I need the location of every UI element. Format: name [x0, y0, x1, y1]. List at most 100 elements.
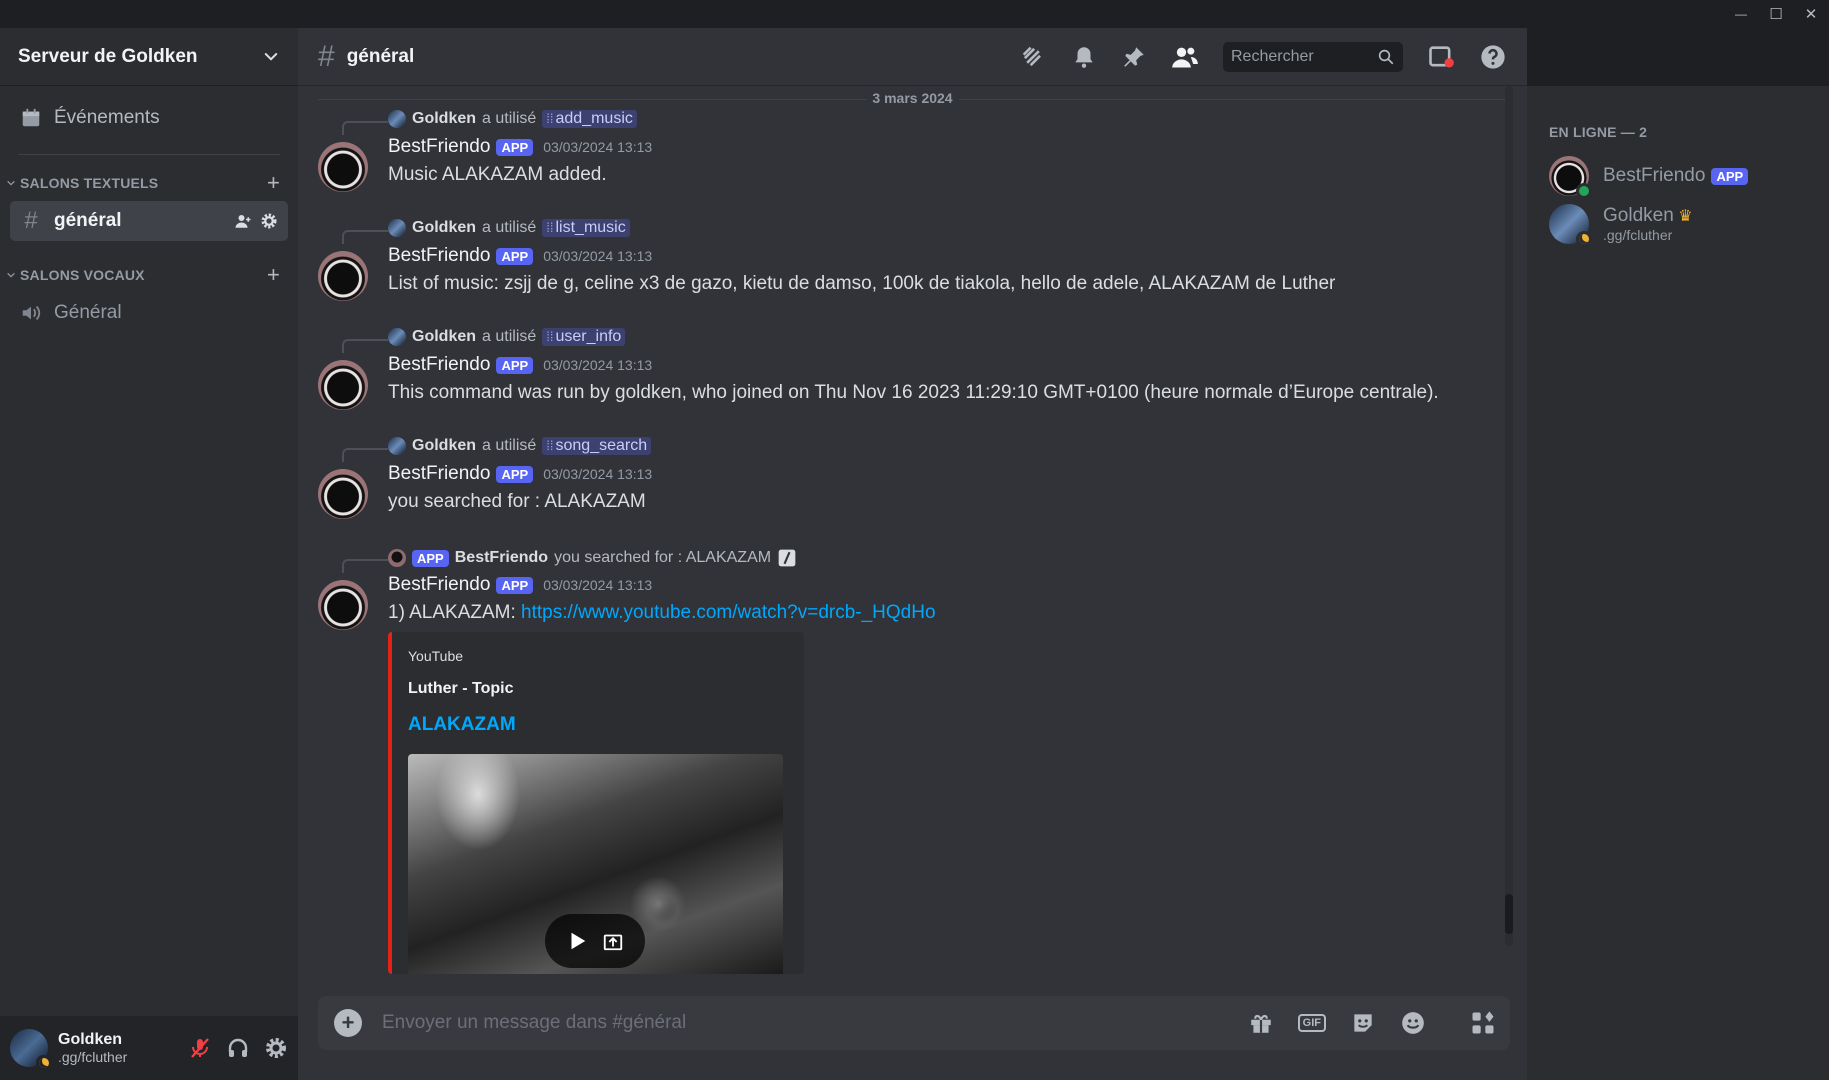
- command-mention[interactable]: ⁞⁞ list_music: [542, 219, 630, 237]
- message-author[interactable]: BestFriendo: [388, 574, 490, 596]
- channel-label: général: [54, 210, 122, 231]
- youtube-link[interactable]: https://www.youtube.com/watch?v=drcb-_HQ…: [521, 602, 936, 623]
- hash-icon: #: [318, 39, 335, 73]
- avatar[interactable]: [318, 360, 368, 410]
- chat-area: # général Rechercher 3 mars 2024 Goldken…: [298, 28, 1527, 1080]
- close-window-button[interactable]: ✕: [1794, 0, 1828, 28]
- message-input[interactable]: Envoyer un message dans #général: [382, 1012, 686, 1034]
- member-goldken[interactable]: Goldken ♛ .gg/fcluther: [1549, 204, 1693, 247]
- message-text: This command was run by goldken, who joi…: [388, 382, 1439, 403]
- video-controls: [545, 914, 645, 968]
- video-thumbnail[interactable]: [408, 754, 783, 974]
- minimize-button[interactable]: —: [1724, 0, 1758, 28]
- maximize-button[interactable]: ☐: [1759, 0, 1793, 28]
- category-label: SALONS TEXTUELS: [20, 175, 159, 191]
- scroll-thumb[interactable]: [1505, 894, 1513, 934]
- events-item[interactable]: Événements: [10, 96, 288, 140]
- command-mention[interactable]: ⁞⁞ user_info: [542, 328, 626, 346]
- command-mention[interactable]: ⁞⁞ add_music: [542, 110, 637, 128]
- channel-label: Général: [54, 302, 122, 323]
- threads-icon[interactable]: [1019, 43, 1047, 71]
- speaker-icon: [22, 305, 41, 321]
- member-category: EN LIGNE — 2: [1549, 124, 1648, 140]
- add-attachment-button[interactable]: +: [334, 1009, 362, 1037]
- search-input[interactable]: Rechercher: [1223, 41, 1403, 72]
- reply-context[interactable]: Goldken a utilisé ⁞⁞ song_search: [388, 437, 652, 455]
- emoji-icon[interactable]: [1400, 1010, 1426, 1036]
- open-external-icon[interactable]: [602, 930, 624, 952]
- scrollbar[interactable]: [1505, 86, 1513, 946]
- embed-author[interactable]: Luther - Topic: [408, 680, 788, 698]
- text-channels-category[interactable]: SALONS TEXTUELS +: [0, 169, 298, 197]
- avatar: [388, 219, 406, 237]
- message-author[interactable]: BestFriendo: [388, 136, 490, 158]
- headphones-icon[interactable]: [226, 1036, 250, 1060]
- reply-context[interactable]: APP BestFriendo you searched for : ALAKA…: [388, 548, 797, 568]
- divider: [18, 154, 280, 155]
- app-badge: APP: [412, 549, 449, 567]
- bell-icon[interactable]: [1071, 44, 1097, 70]
- avatar: [388, 437, 406, 455]
- idle-status-icon: [1576, 231, 1592, 247]
- avatar[interactable]: [10, 1029, 51, 1070]
- pin-icon[interactable]: [1121, 44, 1147, 70]
- channel-general[interactable]: # général: [10, 201, 288, 241]
- reply-user: Goldken: [412, 328, 477, 345]
- avatar[interactable]: [318, 142, 368, 192]
- gear-icon[interactable]: [264, 1036, 288, 1060]
- avatar: [1549, 156, 1592, 199]
- avatar[interactable]: [318, 251, 368, 301]
- online-status-icon: [1576, 183, 1592, 199]
- sticker-icon[interactable]: [1350, 1010, 1376, 1036]
- voice-channels-category[interactable]: SALONS VOCAUX +: [0, 261, 298, 289]
- message-author[interactable]: BestFriendo: [388, 354, 490, 376]
- message-composer[interactable]: + Envoyer un message dans #général GIF: [318, 996, 1508, 1050]
- avatar[interactable]: [318, 580, 368, 630]
- search-icon: [1378, 49, 1394, 64]
- embed-provider[interactable]: YouTube: [408, 648, 788, 664]
- add-text-channel-icon[interactable]: +: [267, 172, 280, 194]
- user-panel: Goldken .gg/fcluther: [0, 1016, 298, 1080]
- server-header[interactable]: Serveur de Goldken: [0, 28, 298, 86]
- reply-user: Goldken: [412, 110, 477, 127]
- channel-title: général: [346, 45, 415, 67]
- inbox-icon[interactable]: [1427, 43, 1455, 71]
- gif-button[interactable]: GIF: [1297, 1014, 1326, 1032]
- chevron-down-icon: [7, 180, 15, 186]
- message-author[interactable]: BestFriendo: [388, 245, 490, 267]
- reply-context[interactable]: Goldken a utilisé ⁞⁞ user_info: [388, 328, 626, 346]
- gear-icon[interactable]: [260, 212, 278, 230]
- calendar-icon: [22, 108, 40, 127]
- channel-header: # général Rechercher: [298, 28, 1527, 86]
- member-bestfriendo[interactable]: BestFriendo APP: [1549, 156, 1749, 199]
- avatar[interactable]: [318, 469, 368, 519]
- voice-channel-general[interactable]: Général: [10, 293, 288, 333]
- reply-user: Goldken: [412, 437, 477, 454]
- channel-sidebar: Serveur de Goldken Événements SALONS TEX…: [0, 28, 298, 1080]
- chevron-down-icon: [264, 52, 278, 61]
- apps-button[interactable]: [1456, 996, 1510, 1050]
- avatar: [1549, 204, 1592, 247]
- message-text: 1) ALAKAZAM: https://www.youtube.com/wat…: [388, 602, 936, 623]
- reply-context[interactable]: Goldken a utilisé ⁞⁞ add_music: [388, 110, 637, 128]
- add-voice-channel-icon[interactable]: +: [267, 264, 280, 286]
- embed-title[interactable]: ALAKAZAM: [408, 714, 788, 736]
- gift-icon[interactable]: [1248, 1010, 1274, 1036]
- message-text: List of music: zsjj de g, celine x3 de g…: [388, 273, 1336, 294]
- members-icon[interactable]: [1171, 43, 1199, 71]
- mic-muted-icon[interactable]: [188, 1036, 212, 1060]
- link-embed: YouTube Luther - Topic ALAKAZAM: [388, 632, 804, 974]
- command-mention[interactable]: ⁞⁞ song_search: [542, 437, 652, 455]
- minimize-icon: —: [1735, 7, 1747, 21]
- reply-context[interactable]: Goldken a utilisé ⁞⁞ list_music: [388, 219, 630, 237]
- invite-icon[interactable]: [234, 212, 252, 230]
- message-author[interactable]: BestFriendo: [388, 463, 490, 485]
- app-badge: APP: [1711, 167, 1749, 185]
- timestamp: 03/03/2024 13:13: [543, 139, 653, 155]
- search-placeholder: Rechercher: [1231, 47, 1314, 65]
- reply-text: you searched for : ALAKAZAM: [554, 549, 772, 566]
- help-icon[interactable]: [1479, 43, 1507, 71]
- play-icon[interactable]: [566, 930, 588, 952]
- user-status-text: .gg/fcluther: [58, 1049, 128, 1065]
- reply-connector: [342, 339, 388, 353]
